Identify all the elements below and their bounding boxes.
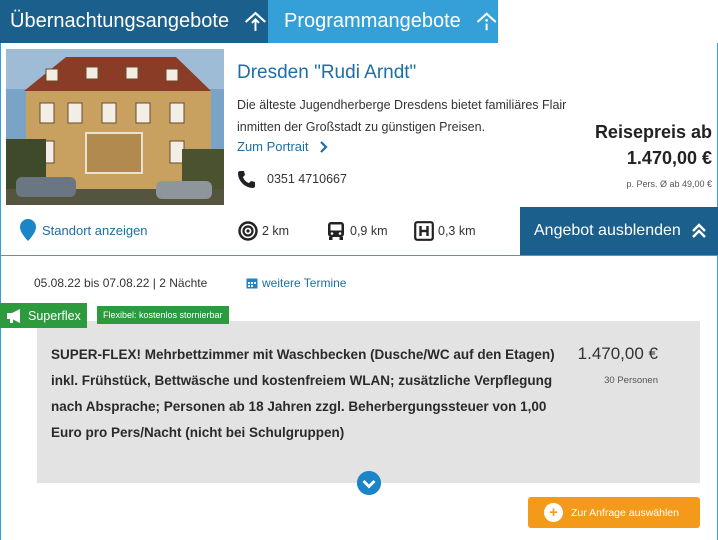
more-dates-label: weitere Termine [262,276,347,290]
offer-description: SUPER-FLEX! Mehrbettzimmer mit Waschbeck… [51,347,555,440]
info-bar: Standort anzeigen 2 km 0,9 km 0,3 km Ang… [0,207,718,256]
offer-price: 1.470,00 € [577,344,658,363]
price-label: Reisepreis ab [594,122,712,142]
calendar-icon [246,278,258,289]
hostel-photo[interactable] [6,49,224,205]
map-pin-icon [20,219,36,241]
hide-offer-button[interactable]: Angebot ausblenden [520,207,718,255]
megaphone-icon [7,308,20,323]
tab-label: Übernachtungsangebote [10,10,230,32]
price-per-person: p. Pers. Ø ab 49,00 € [626,179,712,189]
plus-icon: + [544,503,563,522]
portrait-link[interactable]: Zum Portrait [237,139,328,154]
tab-label: Programmangebote [284,10,461,32]
hide-offer-label: Angebot ausblenden [534,222,681,239]
select-for-request-label: Zur Anfrage auswählen [571,506,679,519]
price-value: 1.470,00 € [626,148,712,168]
distance-value: 0,3 km [438,224,476,238]
tab-programmangebote[interactable]: Programmangebote [268,0,498,43]
show-location-label: Standort anzeigen [42,222,148,238]
select-for-request-button[interactable]: + Zur Anfrage auswählen [528,497,700,528]
flexible-cancellation-badge: Flexibel: kostenlos stornierbar [97,306,229,324]
stop-h-icon [414,221,434,241]
house-info-icon [476,11,497,30]
phone-number: 0351 4710667 [267,172,347,186]
hostel-description: Die älteste Jugendherberge Dresdens biet… [237,98,567,134]
superflex-badge: Superflex [0,303,87,328]
target-icon [238,221,258,241]
more-dates-link[interactable]: weitere Termine [246,276,346,290]
distance-value: 2 km [262,224,290,238]
portrait-link-label: Zum Portrait [237,139,309,154]
double-chevron-up-icon [691,223,706,238]
distance-value: 0,9 km [350,224,388,238]
chevron-right-icon [319,140,328,153]
tab-bar: Übernachtungsangebote Programmangebote [0,0,718,43]
bus-icon [328,222,344,240]
phone-row: 0351 4710667 [237,170,347,188]
distance-stop: 0,3 km [414,221,476,241]
house-arrow-icon [245,11,267,31]
expand-chevron-down-icon[interactable] [357,471,381,495]
distance-target: 2 km [238,221,289,241]
tab-uebernachtungsangebote[interactable]: Übernachtungsangebote [0,0,268,43]
date-range: 05.08.22 bis 07.08.22 | 2 Nächte [34,276,208,290]
distance-bus: 0,9 km [326,221,388,241]
phone-icon [238,171,255,188]
superflex-label: Superflex [28,308,81,323]
show-location-link[interactable]: Standort anzeigen [20,219,148,241]
offer-persons: 30 Personen [604,375,658,386]
hostel-title[interactable]: Dresden "Rudi Arndt" [237,62,416,84]
